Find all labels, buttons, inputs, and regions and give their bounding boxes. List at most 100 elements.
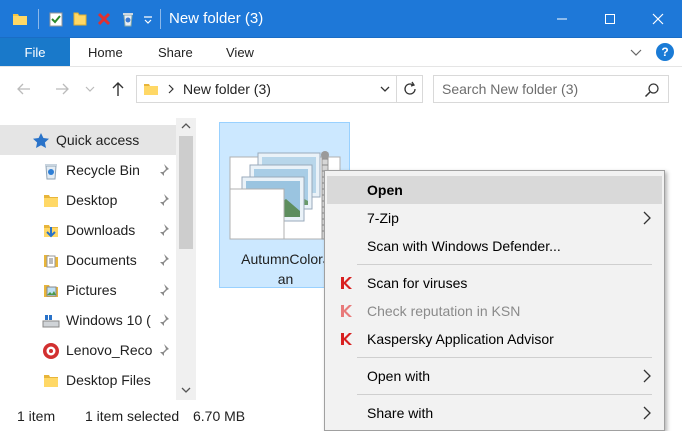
nav-label: Pictures bbox=[66, 282, 117, 298]
chevron-right-icon bbox=[643, 211, 651, 225]
pin-icon[interactable] bbox=[156, 313, 170, 327]
pictures-icon bbox=[44, 285, 58, 297]
chevron-right-icon bbox=[168, 84, 174, 94]
pin-icon[interactable] bbox=[156, 163, 170, 177]
lenovo-drive-icon bbox=[43, 343, 59, 359]
folder-icon bbox=[44, 195, 58, 207]
pin-icon[interactable] bbox=[156, 223, 170, 237]
menu-label: 7-Zip bbox=[367, 210, 399, 226]
menu-separator bbox=[357, 357, 652, 358]
chevron-down-icon bbox=[630, 49, 642, 56]
chevron-down-icon bbox=[85, 86, 95, 92]
refresh-button[interactable] bbox=[397, 75, 423, 103]
kaspersky-icon bbox=[341, 277, 352, 289]
nav-label: Windows 10 ( bbox=[66, 312, 151, 328]
quick-access-toolbar bbox=[0, 0, 167, 38]
nav-item-documents[interactable]: Documents bbox=[0, 245, 176, 275]
chevron-right-icon bbox=[643, 369, 651, 383]
folder-icon bbox=[144, 84, 158, 95]
menu-item-open[interactable]: Open bbox=[327, 176, 662, 204]
ribbon: File Home Share View ? bbox=[0, 38, 682, 67]
minimize-button[interactable] bbox=[538, 0, 586, 38]
nav-item-recycle-bin[interactable]: Recycle Bin bbox=[0, 155, 176, 185]
arrow-left-icon bbox=[17, 83, 30, 95]
tab-share[interactable]: Share bbox=[158, 38, 193, 66]
menu-label: Kaspersky Application Advisor bbox=[367, 331, 554, 347]
nav-label: Downloads bbox=[66, 222, 136, 238]
forward-button[interactable] bbox=[50, 77, 74, 101]
recycle-icon[interactable] bbox=[116, 0, 140, 38]
nav-item-pictures[interactable]: Pictures bbox=[0, 275, 176, 305]
customize-dropdown-icon[interactable] bbox=[140, 0, 156, 38]
nav-item-downloads[interactable]: Downloads bbox=[0, 215, 176, 245]
chevron-right-icon bbox=[643, 406, 651, 420]
kaspersky-icon bbox=[341, 333, 352, 345]
arrow-up-icon bbox=[112, 82, 124, 96]
pin-icon[interactable] bbox=[156, 283, 170, 297]
menu-label: Check reputation in KSN bbox=[367, 303, 521, 319]
nav-label: Desktop Files bbox=[66, 372, 151, 388]
menu-separator bbox=[357, 264, 652, 265]
pin-icon[interactable] bbox=[156, 193, 170, 207]
nav-label: Desktop bbox=[66, 192, 118, 208]
tab-file[interactable]: File bbox=[0, 38, 70, 66]
address-bar[interactable]: New folder (3) bbox=[136, 75, 397, 103]
maximize-button[interactable] bbox=[586, 0, 634, 38]
menu-item-share-with[interactable]: Share with bbox=[327, 399, 662, 427]
documents-icon bbox=[44, 255, 58, 268]
menu-item-7zip[interactable]: 7-Zip bbox=[327, 204, 662, 232]
ribbon-expand-button[interactable] bbox=[628, 44, 644, 60]
status-item-count: 1 item bbox=[17, 408, 56, 424]
menu-item-app-advisor[interactable]: Kaspersky Application Advisor bbox=[327, 325, 662, 353]
recycle-bin-icon bbox=[45, 164, 57, 180]
drive-icon bbox=[42, 315, 60, 328]
nav-label: Lenovo_Reco bbox=[66, 342, 153, 358]
close-button[interactable] bbox=[634, 0, 682, 38]
kaspersky-icon bbox=[341, 305, 352, 317]
scrollbar-thumb[interactable] bbox=[179, 136, 193, 249]
chevron-down-icon bbox=[380, 86, 390, 92]
status-size: 6.70 MB bbox=[193, 408, 246, 424]
menu-label: Open with bbox=[367, 368, 431, 384]
toolbar-separator bbox=[38, 8, 39, 29]
menu-item-open-with[interactable]: Open with bbox=[327, 362, 662, 390]
minimize-icon bbox=[557, 18, 567, 20]
properties-icon[interactable] bbox=[44, 0, 68, 38]
refresh-icon bbox=[403, 81, 416, 95]
tab-home[interactable]: Home bbox=[88, 38, 123, 66]
help-button[interactable]: ? bbox=[656, 43, 674, 61]
maximize-icon bbox=[605, 14, 615, 24]
downloads-icon bbox=[44, 225, 58, 238]
address-path: New folder (3) bbox=[183, 81, 271, 97]
chevron-up-icon[interactable] bbox=[180, 120, 192, 132]
menu-separator bbox=[357, 394, 652, 395]
new-folder-icon[interactable] bbox=[68, 0, 92, 38]
pin-icon[interactable] bbox=[156, 253, 170, 267]
recent-locations-button[interactable] bbox=[82, 77, 98, 101]
nav-item-quick-access[interactable]: Quick access bbox=[0, 125, 176, 155]
chevron-down-icon[interactable] bbox=[180, 384, 192, 396]
delete-icon[interactable] bbox=[92, 0, 116, 38]
menu-label: Scan with Windows Defender... bbox=[367, 238, 561, 254]
status-selection: 1 item selected bbox=[85, 408, 180, 424]
search-input[interactable]: Search New folder (3) bbox=[433, 75, 669, 103]
up-button[interactable] bbox=[106, 77, 130, 101]
menu-item-check-reputation[interactable]: Check reputation in KSN bbox=[327, 297, 662, 325]
search-icon bbox=[644, 82, 660, 98]
nav-item-windows-10[interactable]: Windows 10 ( bbox=[0, 305, 176, 335]
nav-item-desktop-files[interactable]: Desktop Files bbox=[0, 365, 176, 395]
tab-view[interactable]: View bbox=[226, 38, 254, 66]
address-dropdown-button[interactable] bbox=[378, 82, 392, 96]
folder-icon bbox=[44, 375, 58, 387]
back-button[interactable] bbox=[12, 77, 36, 101]
nav-item-desktop[interactable]: Desktop bbox=[0, 185, 176, 215]
nav-label: Recycle Bin bbox=[66, 162, 140, 178]
nav-item-lenovo-recovery[interactable]: Lenovo_Reco bbox=[0, 335, 176, 365]
nav-scrollbar[interactable] bbox=[176, 118, 196, 400]
menu-item-scan-viruses[interactable]: Scan for viruses bbox=[327, 269, 662, 297]
search-placeholder: Search New folder (3) bbox=[442, 81, 579, 97]
pin-icon[interactable] bbox=[156, 343, 170, 357]
menu-item-scan-defender[interactable]: Scan with Windows Defender... bbox=[327, 232, 662, 260]
menu-label: Share with bbox=[367, 405, 434, 421]
address-row: New folder (3) Search New folder (3) bbox=[0, 67, 682, 111]
